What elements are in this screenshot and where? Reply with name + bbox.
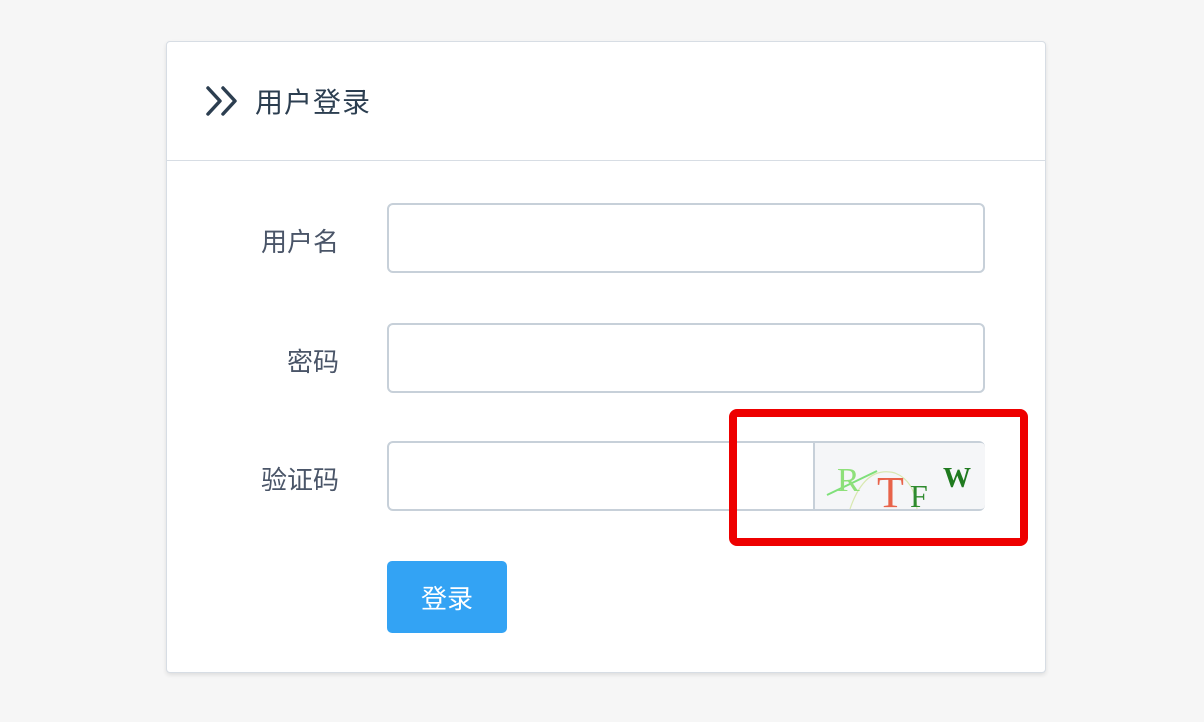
card-header: 用户登录 — [167, 42, 1045, 161]
captcha-char: T — [877, 468, 904, 509]
page-title: 用户登录 — [255, 86, 372, 119]
login-button[interactable]: 登录 — [387, 561, 507, 633]
username-label: 用户名 — [260, 228, 339, 258]
double-chevron-right-icon — [206, 86, 237, 116]
captcha-field-group: R T F W — [387, 441, 985, 517]
captcha-graphic: R T F W — [826, 462, 971, 517]
captcha-char: R — [837, 462, 860, 499]
captcha-label: 验证码 — [260, 466, 339, 496]
password-label: 密码 — [286, 348, 339, 378]
username-input[interactable] — [387, 203, 985, 273]
captcha-char: W — [943, 463, 971, 494]
captcha-image[interactable]: R T F W — [813, 443, 985, 517]
login-card: 用户登录 用户名 密码 验证码 R T F W 登录 — [166, 41, 1046, 673]
password-input[interactable] — [387, 323, 985, 393]
captcha-char: F — [910, 478, 928, 509]
